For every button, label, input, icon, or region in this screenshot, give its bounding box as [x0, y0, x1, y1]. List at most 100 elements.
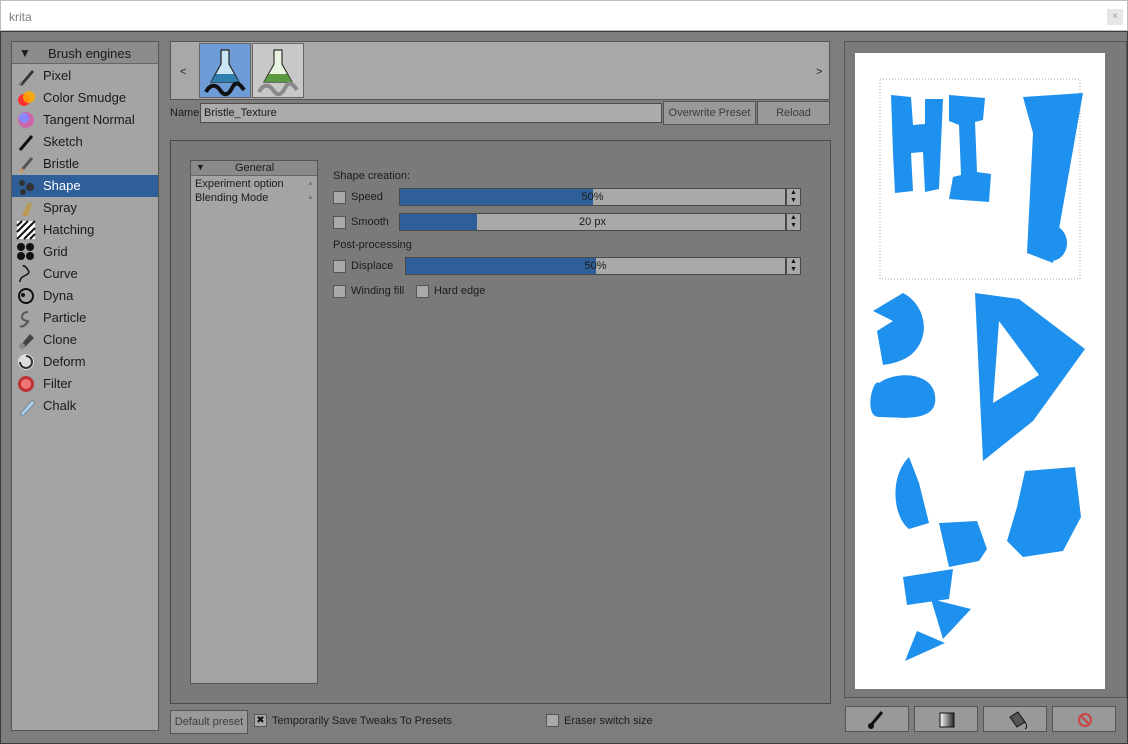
fill-bucket-button[interactable]	[983, 706, 1047, 732]
smooth-value: 20 px	[579, 216, 606, 228]
engine-item-tangent-normal[interactable]: Tangent Normal	[12, 109, 158, 131]
window-title: krita	[9, 10, 32, 24]
engine-label: Tangent Normal	[43, 112, 135, 127]
collapse-triangle-icon: ▼	[196, 162, 205, 172]
chalk-icon	[16, 396, 37, 417]
tree-item-blending-mode[interactable]: Blending Mode	[195, 192, 268, 204]
eye-toggle-icon[interactable]: ▲	[307, 194, 314, 202]
engine-item-filter[interactable]: Filter	[12, 373, 158, 395]
engine-item-clone[interactable]: Clone	[12, 329, 158, 351]
brush-engines-title: Brush engines	[48, 46, 132, 61]
options-tree-title: General	[235, 162, 275, 174]
engine-item-grid[interactable]: Grid	[12, 241, 158, 263]
color-smudge-icon	[16, 88, 37, 108]
engine-item-bristle[interactable]: Bristle	[12, 153, 158, 175]
post-processing-heading: Post-processing	[333, 239, 412, 251]
engine-item-dyna[interactable]: Dyna	[12, 285, 158, 307]
engine-item-pixel[interactable]: Pixel	[12, 65, 158, 87]
engine-label: Grid	[43, 244, 68, 259]
collapse-triangle-icon: ▼	[19, 46, 31, 60]
fill-gradient-button[interactable]	[914, 706, 978, 732]
clear-scratchpad-button[interactable]	[1052, 706, 1116, 732]
scratchpad-drawing	[870, 78, 1085, 661]
bristle-icon	[16, 154, 37, 174]
flask-icon	[257, 49, 299, 97]
clone-icon	[16, 330, 37, 350]
spray-icon	[16, 198, 37, 218]
tree-item-experiment-option[interactable]: Experiment option	[195, 178, 284, 190]
displace-spinner[interactable]: ▲ ▼	[786, 257, 801, 275]
hard-edge-label: Hard edge	[434, 285, 486, 297]
no-entry-icon	[1078, 713, 1092, 727]
engine-label: Shape	[43, 178, 81, 193]
dyna-icon	[16, 286, 37, 306]
engine-label: Spray	[43, 200, 77, 215]
engine-item-shape[interactable]: Shape	[12, 175, 158, 197]
winding-fill-checkbox[interactable]	[333, 285, 346, 298]
engine-label: Dyna	[43, 288, 74, 303]
engine-label: Particle	[43, 310, 87, 325]
engine-label: Filter	[43, 376, 72, 391]
overwrite-preset-button[interactable]: Overwrite Preset	[663, 101, 756, 125]
displace-value: 50%	[584, 260, 607, 272]
reload-button[interactable]: Reload	[757, 101, 830, 125]
displace-checkbox[interactable]	[333, 260, 346, 273]
smooth-label: Smooth	[351, 216, 389, 228]
speed-spinner[interactable]: ▲ ▼	[786, 188, 801, 206]
winding-fill-label: Winding fill	[351, 285, 405, 297]
preset-thumbnail-selected[interactable]	[199, 43, 251, 98]
engine-label: Chalk	[43, 398, 77, 413]
speed-checkbox[interactable]	[333, 191, 346, 204]
engine-item-sketch[interactable]: Sketch	[12, 131, 158, 153]
smooth-checkbox[interactable]	[333, 216, 346, 229]
speed-value: 50%	[581, 191, 604, 203]
smooth-slider[interactable]: 20 px	[399, 213, 786, 231]
curve-icon	[16, 264, 37, 284]
temp-save-label: Temporarily Save Tweaks To Presets	[272, 715, 452, 727]
tangent-normal-icon	[16, 110, 37, 130]
engine-item-spray[interactable]: Spray	[12, 197, 158, 219]
engine-label: Hatching	[43, 222, 95, 237]
engine-label: Sketch	[43, 134, 83, 149]
filter-icon	[16, 374, 37, 394]
paint-brush-tool-button[interactable]	[845, 706, 909, 732]
eye-toggle-icon[interactable]: ▲	[307, 180, 314, 188]
name-label: Name:	[170, 107, 203, 119]
engine-label: Pixel	[43, 68, 72, 83]
temp-save-checkbox[interactable]: ✖	[254, 714, 267, 727]
sketch-icon	[16, 132, 37, 152]
engine-item-color-smudge[interactable]: Color Smudge	[12, 87, 158, 109]
eraser-switch-checkbox[interactable]	[546, 714, 559, 727]
engine-item-particle[interactable]: Particle	[12, 307, 158, 329]
shape-creation-heading: Shape creation:	[333, 170, 411, 182]
scratchpad[interactable]	[855, 53, 1105, 689]
hard-edge-checkbox[interactable]	[416, 285, 429, 298]
brush-engines-header[interactable]: ▼ Brush engines	[12, 42, 158, 64]
speed-label: Speed	[351, 191, 383, 203]
engine-item-chalk[interactable]: Chalk	[12, 395, 158, 417]
preset-prev-button[interactable]: <	[180, 66, 186, 78]
engine-item-curve[interactable]: Curve	[12, 263, 158, 285]
options-tree-header[interactable]: ▼ General	[191, 161, 317, 176]
gradient-icon	[939, 712, 955, 728]
engine-item-hatching[interactable]: Hatching	[12, 219, 158, 241]
brush-icon	[868, 711, 884, 729]
engine-label: Clone	[43, 332, 77, 347]
preset-name-field[interactable]: Bristle_Texture	[200, 103, 662, 123]
engine-label: Bristle	[43, 156, 80, 171]
preset-thumbnail[interactable]	[252, 43, 304, 98]
title-bar: krita ×	[0, 0, 1128, 31]
displace-slider[interactable]: 50%	[405, 257, 786, 275]
engine-label: Deform	[43, 354, 86, 369]
close-button[interactable]: ×	[1107, 9, 1123, 25]
preset-next-button[interactable]: >	[816, 66, 822, 78]
smooth-spinner[interactable]: ▲ ▼	[786, 213, 801, 231]
engine-item-deform[interactable]: Deform	[12, 351, 158, 373]
deform-icon	[16, 352, 37, 372]
pixel-brush-icon	[16, 66, 37, 86]
engine-label: Color Smudge	[43, 90, 127, 105]
speed-slider[interactable]: 50%	[399, 188, 786, 206]
flask-icon	[204, 49, 246, 97]
preset-strip: < >	[170, 41, 830, 100]
default-preset-button[interactable]: Default preset	[170, 710, 248, 734]
